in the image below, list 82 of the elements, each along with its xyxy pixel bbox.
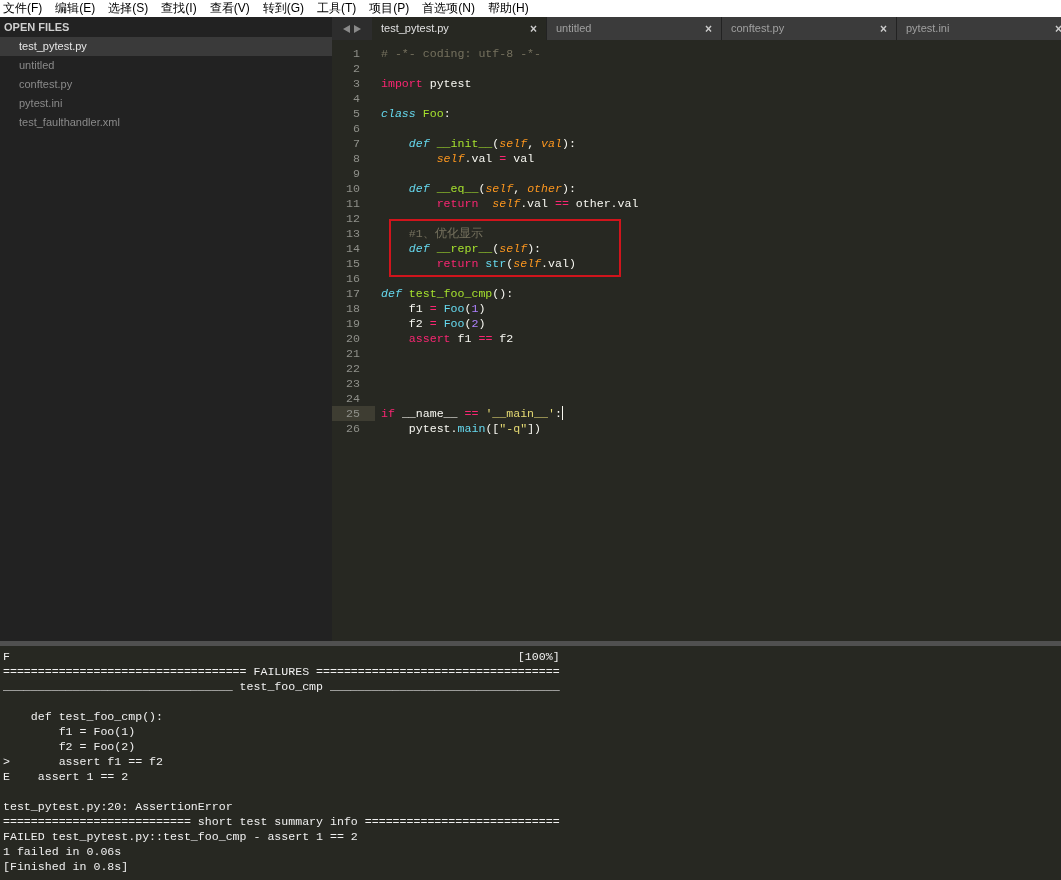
output-line: =================================== FAILURES =================================== <box>3 664 561 679</box>
line-number: 10 <box>345 181 361 196</box>
line-number: 15 <box>345 256 361 271</box>
code-line: self.val = val <box>435 151 535 166</box>
editor-tab[interactable]: conftest.py × <box>722 17 897 40</box>
line-number: 20 <box>345 331 361 346</box>
menu-item[interactable]: 转到(G) <box>259 0 307 17</box>
close-tab-button[interactable]: × <box>705 19 712 38</box>
line-number: 4 <box>352 91 361 106</box>
output-line: 1 failed in 0.06s <box>3 844 123 859</box>
line-number: 18 <box>345 301 361 316</box>
line-number: 12 <box>345 211 361 226</box>
menu-item[interactable]: 选择(S) <box>105 0 152 17</box>
code-line: class Foo: <box>381 106 451 121</box>
line-number: 17 <box>345 286 361 301</box>
close-tab-button[interactable]: × <box>1055 19 1061 38</box>
menu-item[interactable]: 项目(P) <box>366 0 413 17</box>
code-line: import pytest <box>381 76 472 91</box>
menu-item[interactable]: 工具(T) <box>314 0 360 17</box>
code-line: assert f1 == f2 <box>407 331 514 346</box>
editor-tab[interactable]: test_pytest.py × <box>372 17 547 40</box>
text-cursor <box>561 406 563 420</box>
output-line: _________________________________ test_foo_cmp _________________________________ <box>3 679 561 694</box>
menu-item[interactable]: 文件(F) <box>0 0 46 17</box>
editor-tab[interactable]: untitled × <box>547 17 722 40</box>
code-line: f2 = Foo(2) <box>407 316 486 331</box>
line-number: 7 <box>352 136 361 151</box>
line-number: 19 <box>345 316 361 331</box>
line-number: 13 <box>345 226 361 241</box>
right-arrow-icon[interactable] <box>354 24 361 33</box>
code-line: def __eq__(self, other): <box>407 181 576 196</box>
output-line: F [100%] <box>3 649 561 664</box>
editor-tab[interactable]: pytest.ini × <box>897 17 1061 40</box>
sidebar-item[interactable]: test_pytest.py <box>0 37 332 56</box>
line-number: 2 <box>352 61 361 76</box>
output-line: > assert f1 == f2 <box>3 754 165 769</box>
line-number: 22 <box>345 361 361 376</box>
code-line: # -*- coding: utf-8 -*- <box>381 46 542 61</box>
code-line: if __name__ == '__main__': <box>381 406 562 421</box>
line-number: 1 <box>352 46 361 61</box>
sidebar-title: OPEN FILES <box>3 20 71 35</box>
menu-item[interactable]: 编辑(E) <box>52 0 99 17</box>
output-line: E assert 1 == 2 <box>3 769 130 784</box>
output-line: def test_foo_cmp(): <box>29 709 165 724</box>
code-line: pytest.main(["-q"]) <box>407 421 542 436</box>
output-line: f2 = Foo(2) <box>57 739 137 754</box>
code-line: def __repr__(self): <box>407 241 542 256</box>
code-line: return self.val == other.val <box>435 196 639 211</box>
output-line: test_pytest.py:20: AssertionError <box>3 799 234 814</box>
menu-item[interactable]: 查找(I) <box>158 0 200 17</box>
line-number: 14 <box>345 241 361 256</box>
left-arrow-icon[interactable] <box>343 24 350 33</box>
output-line: =========================== short test summary info ============================ <box>3 814 561 829</box>
code-line: #1、优化显示 <box>407 226 483 241</box>
line-number: 11 <box>345 196 361 211</box>
output-line: FAILED test_pytest.py::test_foo_cmp - assert 1 == 2 <box>3 829 359 844</box>
menu-item[interactable]: 帮助(H) <box>485 0 532 17</box>
line-number: 21 <box>345 346 361 361</box>
code-line: def __init__(self, val): <box>407 136 576 151</box>
code-line: f1 = Foo(1) <box>407 301 486 316</box>
output-line: f1 = Foo(1) <box>57 724 137 739</box>
line-number: 6 <box>352 121 361 136</box>
output-line: [Finished in 0.8s] <box>3 859 130 874</box>
line-number: 5 <box>352 106 361 121</box>
sidebar-item[interactable]: conftest.py <box>0 75 332 94</box>
line-number: 8 <box>352 151 361 166</box>
close-tab-button[interactable]: × <box>880 19 887 38</box>
sidebar-item[interactable]: untitled <box>0 56 332 75</box>
sidebar-item[interactable]: test_faulthandler.xml <box>0 113 332 132</box>
line-number: 24 <box>345 391 361 406</box>
menu-item[interactable]: 首选项(N) <box>419 0 478 17</box>
line-number: 3 <box>352 76 361 91</box>
menu-item[interactable]: 查看(V) <box>206 0 253 17</box>
line-number: 16 <box>345 271 361 286</box>
line-number: 26 <box>345 421 361 436</box>
code-line: return str(self.val) <box>435 256 576 271</box>
line-number: 25 <box>332 406 375 421</box>
line-number: 23 <box>345 376 361 391</box>
close-tab-button[interactable]: × <box>530 19 537 38</box>
sidebar-item[interactable]: pytest.ini <box>0 94 332 113</box>
line-number: 9 <box>352 166 361 181</box>
code-line: def test_foo_cmp(): <box>381 286 514 301</box>
